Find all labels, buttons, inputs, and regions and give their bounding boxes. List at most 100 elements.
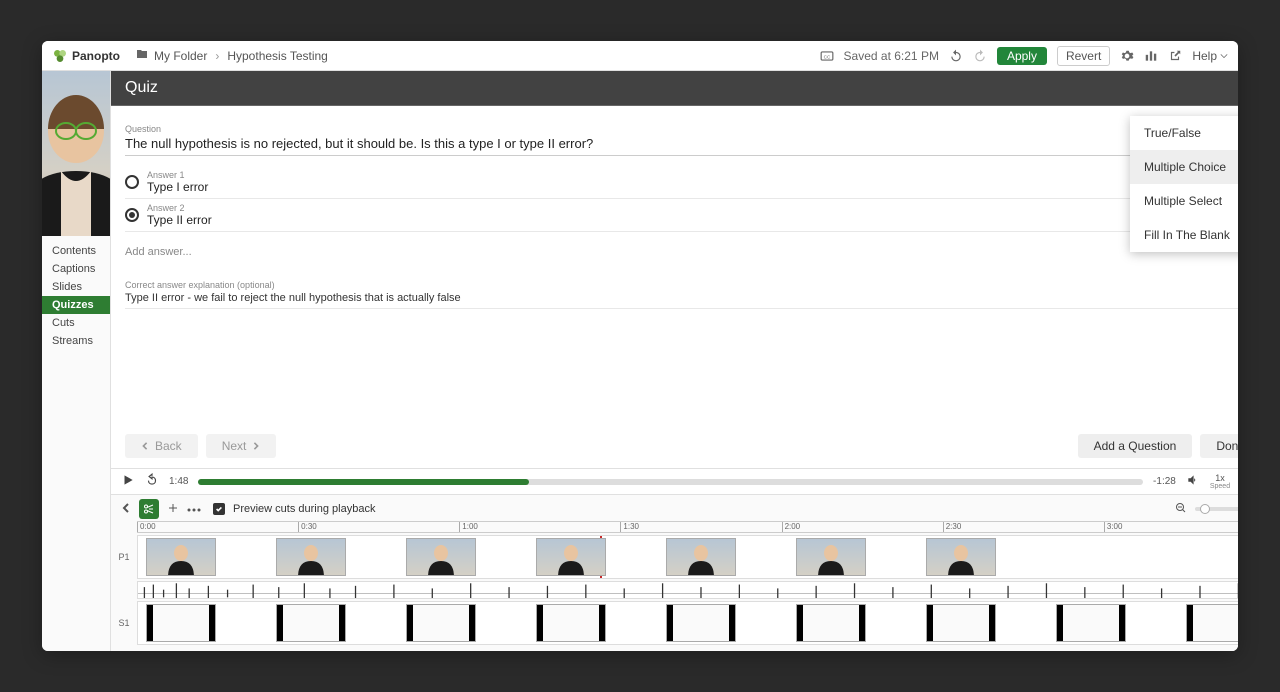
breadcrumb-folder[interactable]: My Folder xyxy=(154,49,207,63)
question-type-fill-blank[interactable]: Fill In The Blank xyxy=(1130,218,1238,252)
sidebar-tab-streams[interactable]: Streams xyxy=(42,332,110,350)
export-icon[interactable] xyxy=(1168,49,1182,63)
more-tools-icon[interactable] xyxy=(187,503,201,515)
quiz-editor: Quiz Question The null hypothesis is no … xyxy=(111,71,1238,651)
timeline-ruler[interactable]: 0:00 0:30 1:00 1:30 2:00 2:30 3:00 xyxy=(137,521,1238,533)
question-type-multiple-select[interactable]: Multiple Select xyxy=(1130,184,1238,218)
cc-icon[interactable]: CC xyxy=(820,49,834,63)
waveform-icon xyxy=(138,582,1238,599)
apply-button[interactable]: Apply xyxy=(997,47,1047,65)
slide-thumb[interactable] xyxy=(276,604,346,642)
chevron-left-icon xyxy=(141,442,149,450)
add-question-button[interactable]: Add a Question xyxy=(1078,434,1193,458)
answer-1-label: Answer 1 xyxy=(147,170,1238,180)
current-time: 1:48 xyxy=(169,476,188,487)
chevron-down-icon xyxy=(1220,52,1228,60)
saved-status: Saved at 6:21 PM xyxy=(844,49,939,63)
svg-text:CC: CC xyxy=(823,54,830,59)
rewind-button[interactable] xyxy=(145,473,159,490)
slide-thumb[interactable] xyxy=(536,604,606,642)
revert-button[interactable]: Revert xyxy=(1057,46,1110,66)
slide-thumb[interactable] xyxy=(796,604,866,642)
settings-icon[interactable] xyxy=(1120,49,1134,63)
explanation-field-label: Correct answer explanation (optional) xyxy=(125,280,1238,290)
add-tool-icon[interactable] xyxy=(167,502,179,517)
video-preview[interactable] xyxy=(42,71,110,236)
progress-bar[interactable] xyxy=(198,479,1143,485)
slide-thumb[interactable] xyxy=(666,604,736,642)
top-bar: Panopto My Folder › Hypothesis Testing C… xyxy=(42,41,1238,71)
question-type-true-false[interactable]: True/False xyxy=(1130,116,1238,150)
video-thumb[interactable] xyxy=(536,538,606,576)
breadcrumb-title[interactable]: Hypothesis Testing xyxy=(227,49,328,63)
waveform-lane[interactable] xyxy=(137,581,1238,599)
question-type-dropdown: True/False Multiple Choice Multiple Sele… xyxy=(1130,116,1238,252)
redo-icon[interactable] xyxy=(973,49,987,63)
video-thumb[interactable] xyxy=(406,538,476,576)
zoom-out-icon[interactable] xyxy=(1175,502,1187,517)
help-dropdown[interactable]: Help xyxy=(1192,49,1228,63)
slide-thumb[interactable] xyxy=(926,604,996,642)
volume-icon[interactable] xyxy=(1186,473,1200,490)
quiz-editor-header: Quiz xyxy=(111,71,1238,106)
playback-bar: 1:48 -1:28 1x Speed Preview xyxy=(111,468,1238,494)
video-thumb[interactable] xyxy=(666,538,736,576)
timeline-track-p1: P1 xyxy=(111,535,1238,579)
brand-logo[interactable]: Panopto xyxy=(52,48,120,64)
answer-radio-1[interactable] xyxy=(125,175,139,189)
timeline-track-wave xyxy=(111,581,1238,599)
sidebar-tabs: Contents Captions Slides Quizzes Cuts St… xyxy=(42,236,110,350)
answer-2-label: Answer 2 xyxy=(147,203,1238,213)
play-button[interactable] xyxy=(121,473,135,490)
done-button[interactable]: Done xyxy=(1200,434,1238,458)
folder-icon xyxy=(136,48,148,63)
answer-radio-2[interactable] xyxy=(125,208,139,222)
scissors-icon xyxy=(143,503,155,515)
timeline-collapse-icon[interactable] xyxy=(121,503,131,516)
left-panel: Contents Captions Slides Quizzes Cuts St… xyxy=(42,71,111,651)
next-button[interactable]: Next xyxy=(206,434,277,458)
sidebar-tab-contents[interactable]: Contents xyxy=(42,242,110,260)
video-thumb[interactable] xyxy=(926,538,996,576)
remaining-time: -1:28 xyxy=(1153,476,1176,487)
track-lane-s1[interactable] xyxy=(137,601,1238,645)
speed-control[interactable]: 1x Speed xyxy=(1210,474,1230,490)
track-label-p1: P1 xyxy=(111,552,137,562)
undo-icon[interactable] xyxy=(949,49,963,63)
answer-row-2: Answer 2 Type II error xyxy=(125,199,1238,232)
panopto-logo-icon xyxy=(52,48,68,64)
sidebar-tab-captions[interactable]: Captions xyxy=(42,260,110,278)
cut-tool-button[interactable] xyxy=(139,499,159,519)
video-thumb[interactable] xyxy=(276,538,346,576)
preview-cuts-label: Preview cuts during playback xyxy=(233,503,375,515)
app-window: Panopto My Folder › Hypothesis Testing C… xyxy=(42,41,1238,651)
question-type-multiple-choice[interactable]: Multiple Choice xyxy=(1130,150,1238,184)
answer-2-text[interactable]: Type II error xyxy=(147,213,1238,227)
zoom-slider[interactable] xyxy=(1195,507,1238,511)
slide-thumb[interactable] xyxy=(406,604,476,642)
timeline: Preview cuts during playback 0:00 0:30 xyxy=(111,494,1238,651)
slide-thumb[interactable] xyxy=(1186,604,1238,642)
quiz-footer-nav: Back Next Add a Question Done xyxy=(111,426,1238,468)
breadcrumb-separator: › xyxy=(215,49,219,63)
chevron-right-icon xyxy=(252,442,260,450)
track-lane-p1[interactable] xyxy=(137,535,1238,579)
slide-thumb[interactable] xyxy=(1056,604,1126,642)
explanation-text-input[interactable]: Type II error - we fail to reject the nu… xyxy=(125,290,1238,309)
add-answer-button[interactable]: Add answer... xyxy=(125,246,1238,258)
sidebar-tab-cuts[interactable]: Cuts xyxy=(42,314,110,332)
brand-name: Panopto xyxy=(72,49,120,63)
sidebar-tab-quizzes[interactable]: Quizzes xyxy=(42,296,110,314)
presenter-figure xyxy=(42,71,110,236)
timeline-track-s1: S1 xyxy=(111,601,1238,645)
sidebar-tab-slides[interactable]: Slides xyxy=(42,278,110,296)
question-text-input[interactable]: The null hypothesis is no rejected, but … xyxy=(125,134,1238,156)
question-field-label: Question xyxy=(125,124,1238,134)
stats-icon[interactable] xyxy=(1144,49,1158,63)
back-button[interactable]: Back xyxy=(125,434,198,458)
answer-1-text[interactable]: Type I error xyxy=(147,180,1238,194)
video-thumb[interactable] xyxy=(796,538,866,576)
preview-cuts-checkbox[interactable] xyxy=(213,503,225,515)
slide-thumb[interactable] xyxy=(146,604,216,642)
video-thumb[interactable] xyxy=(146,538,216,576)
